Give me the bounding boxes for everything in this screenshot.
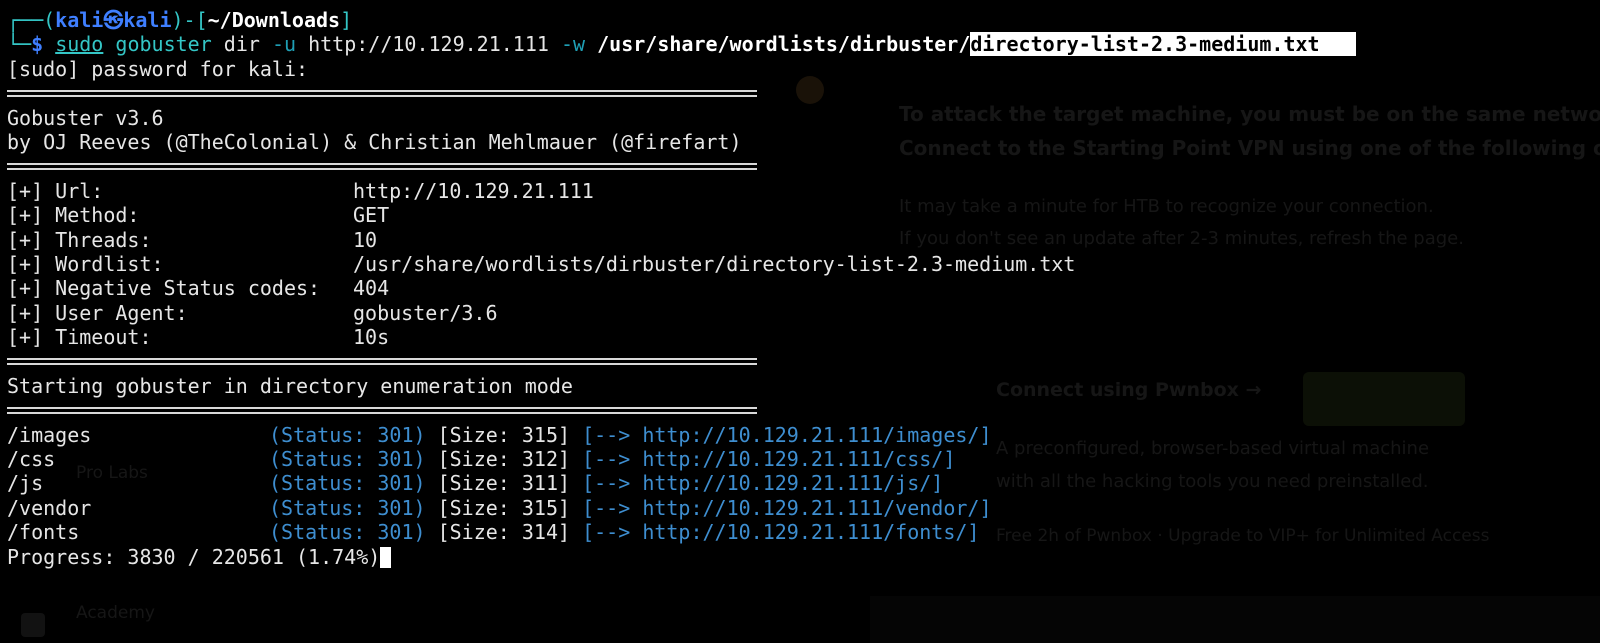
result-status: (Status: 301): [269, 471, 426, 496]
prompt-dollar: $: [31, 32, 44, 57]
prompt-corner: ┌──(: [7, 8, 56, 32]
redirect-arrow-icon: [-->: [582, 471, 631, 496]
prompt-user: kali: [55, 8, 104, 32]
result-path: /css: [7, 447, 56, 472]
background-sidebar-academy: Academy: [76, 603, 155, 623]
config-row: [+] Method: GET: [7, 203, 1356, 227]
config-label: [+] Url:: [7, 178, 104, 203]
prompt-cwd: ~/Downloads: [207, 8, 341, 32]
result-path: /vendor: [7, 495, 92, 520]
progress-text: Progress: 3830 / 220561 (1.74%): [7, 544, 381, 569]
start-message: Starting gobuster in directory enumerati…: [7, 373, 573, 398]
separator-2: [7, 154, 1356, 178]
result-row: /css (Status: 301) [Size: 312] [--> http:…: [7, 447, 1356, 471]
config-value: 10: [353, 227, 378, 252]
cmd-subcommand: dir: [223, 32, 260, 57]
background-sidebar-icon: [21, 613, 45, 637]
background-footer-panel: [870, 596, 1600, 643]
prompt-corner-bottom: └─: [7, 32, 32, 57]
result-redirect-link[interactable]: http://10.129.21.111/images/]: [642, 423, 991, 447]
cmd-url: http://10.129.21.111: [308, 32, 549, 57]
progress-line: Progress: 3830 / 220561 (1.74%): [7, 545, 1356, 569]
cmd-flag-u: -u: [271, 32, 297, 57]
result-status: (Status: 301): [269, 422, 426, 447]
result-redirect-link[interactable]: http://10.129.21.111/js/]: [642, 471, 943, 495]
config-value: 404: [353, 276, 390, 301]
prompt-header: ┌──(kali㉿kali)-[~/Downloads]: [7, 8, 1356, 32]
result-status: (Status: 301): [269, 447, 426, 472]
cmd-wordlist-path: /usr/share/wordlists/dirbuster/: [597, 32, 971, 57]
cmd-flag-w: -w: [560, 32, 586, 57]
config-row: [+] Threads: 10: [7, 228, 1356, 252]
config-row: [+] Timeout: 10s: [7, 325, 1356, 349]
config-value: /usr/share/wordlists/dirbuster/directory…: [353, 251, 1076, 276]
prompt-host: kali: [123, 8, 172, 32]
cmd-gobuster: gobuster: [115, 32, 212, 57]
config-value: 10s: [353, 325, 390, 350]
prompt-close: ]: [340, 8, 353, 32]
sudo-prompt: [sudo] password for kali:: [7, 56, 309, 81]
config-row: [+] Wordlist: /usr/share/wordlists/dirbus…: [7, 252, 1356, 276]
result-path: /fonts: [7, 520, 80, 545]
separator-4: [7, 398, 1356, 422]
banner-title: Gobuster v3.6: [7, 105, 164, 130]
config-label: [+] Negative Status codes:: [7, 276, 321, 301]
config-row: [+] Url: http://10.129.21.111: [7, 179, 1356, 203]
result-redirect-link[interactable]: http://10.129.21.111/css/]: [642, 447, 955, 471]
result-size: [Size: 314]: [437, 520, 571, 545]
config-label: [+] Method:: [7, 203, 140, 228]
result-row: /images (Status: 301) [Size: 315] [--> ht…: [7, 423, 1356, 447]
result-row: /fonts (Status: 301) [Size: 314] [--> htt…: [7, 520, 1356, 544]
config-row: [+] Negative Status codes: 404: [7, 276, 1356, 300]
redirect-arrow-icon: [-->: [582, 495, 631, 520]
config-label: [+] User Agent:: [7, 300, 188, 325]
cmd-wordlist-file-selected[interactable]: directory-list-2.3-medium.txt: [970, 32, 1356, 57]
result-size: [Size: 315]: [437, 495, 571, 520]
result-row: /js (Status: 301) [Size: 311] [--> http:/…: [7, 471, 1356, 495]
result-redirect-link[interactable]: http://10.129.21.111/vendor/]: [642, 496, 991, 520]
text-cursor[interactable]: [380, 546, 392, 568]
config-label: [+] Wordlist:: [7, 251, 164, 276]
result-path: /images: [7, 422, 92, 447]
separator-1: [7, 81, 1356, 105]
redirect-arrow-icon: [-->: [582, 447, 631, 472]
redirect-arrow-icon: [-->: [582, 520, 631, 545]
result-status: (Status: 301): [269, 520, 426, 545]
banner-authors: by OJ Reeves (@TheColonial) & Christian …: [7, 129, 742, 154]
command-line[interactable]: └─$ sudo gobuster dir -u http://10.129.2…: [7, 32, 1356, 57]
result-row: /vendor (Status: 301) [Size: 315] [--> ht…: [7, 496, 1356, 520]
cmd-sudo: sudo: [55, 32, 104, 57]
result-redirect-link[interactable]: http://10.129.21.111/fonts/]: [642, 520, 979, 544]
terminal-output[interactable]: ┌──(kali㉿kali)-[~/Downloads] └─$ sudo go…: [7, 8, 1356, 569]
result-status: (Status: 301): [269, 495, 426, 520]
separator-3: [7, 349, 1356, 373]
result-size: [Size: 312]: [437, 447, 571, 472]
config-value: GET: [353, 203, 390, 228]
config-row: [+] User Agent: gobuster/3.6: [7, 301, 1356, 325]
result-size: [Size: 311]: [437, 471, 571, 496]
config-value: gobuster/3.6: [353, 300, 498, 325]
kali-skull-icon: ㉿: [103, 8, 124, 32]
config-label: [+] Threads:: [7, 227, 152, 252]
redirect-arrow-icon: [-->: [582, 422, 631, 447]
prompt-separator: )-[: [171, 8, 208, 32]
result-path: /js: [7, 471, 44, 496]
config-value: http://10.129.21.111: [353, 178, 594, 203]
result-size: [Size: 315]: [437, 422, 571, 447]
config-label: [+] Timeout:: [7, 325, 152, 350]
